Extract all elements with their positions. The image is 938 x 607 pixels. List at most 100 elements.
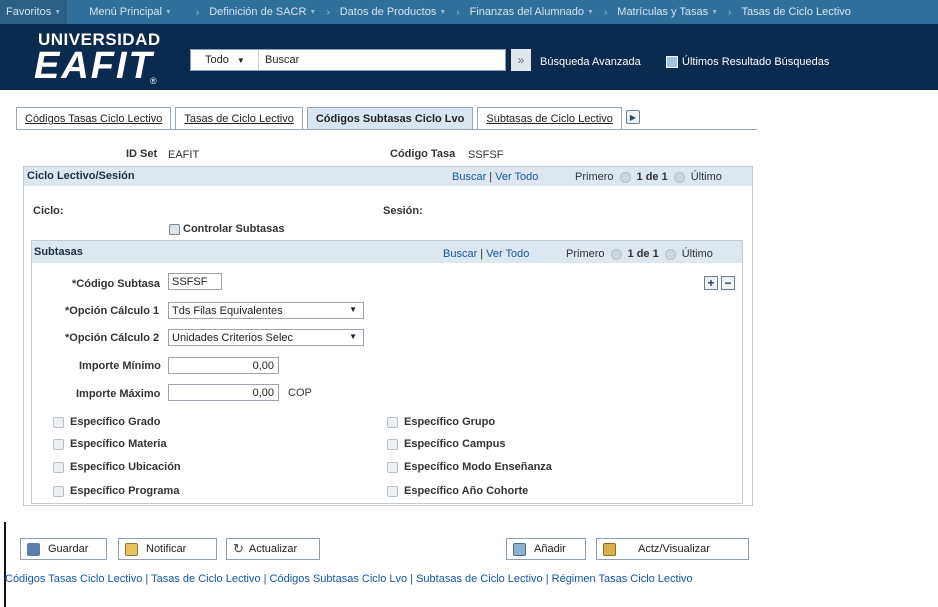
subtasas-buscar-link[interactable]: Buscar [443,248,477,260]
previous-arrow-icon[interactable] [619,171,631,183]
chevron-down-icon: ▼ [587,8,594,16]
search-box: Todo ▼ Buscar [190,49,506,71]
ciclo-buscar-link[interactable]: Buscar [452,171,486,183]
ciclo-ultimo-text: Último [690,171,722,183]
ciclo-lectivo-title: Ciclo Lectivo/Sesión [27,170,135,182]
subtasas-pager: Primero 1 de 1 Último [566,248,713,260]
save-icon [27,542,40,556]
ciclo-primero-text: Primero [575,171,614,183]
tab-subtasas-ciclo[interactable]: Subtasas de Ciclo Lectivo [477,107,622,130]
id-set-value: EAFIT [168,149,200,161]
opcion-calculo-2-label: *Opción Cálculo 2 [65,332,160,344]
tabs-divider [16,129,757,130]
especifico-materia-checkbox[interactable]: Específico Materia [53,438,167,450]
edit-view-icon [603,542,616,556]
checkbox-icon [53,438,64,450]
importe-minimo-label: Importe Mínimo [79,360,161,372]
especifico-modo-ensenanza-checkbox[interactable]: Específico Modo Enseñanza [387,461,552,473]
left-edge-line [4,522,6,607]
breadcrumb-separator-icon: › [728,6,732,18]
search-go-icon[interactable]: » [511,49,531,71]
next-arrow-icon[interactable] [673,171,685,183]
controlar-subtasas-checkbox[interactable]: Controlar Subtasas [169,223,284,235]
breadcrumb-separator-icon: › [326,6,330,18]
search-scope-select[interactable]: Todo ▼ [191,50,259,70]
bottom-page-links[interactable]: Códigos Tasas Ciclo Lectivo | Tasas de C… [5,573,693,585]
opcion-calculo-1-label: *Opción Cálculo 1 [65,305,160,317]
notificar-button[interactable]: Notificar [118,538,217,560]
especifico-ubicacion-checkbox[interactable]: Específico Ubicación [53,461,181,473]
checkbox-icon [169,223,180,235]
guardar-button[interactable]: Guardar [20,538,107,560]
nav-tasas-ciclo-lectivo[interactable]: Tasas de Ciclo Lectivo [737,6,854,18]
logo-eafit-text: EAFIT [34,45,154,87]
advanced-search-link[interactable]: Búsqueda Avanzada [540,56,641,68]
checkbox-icon [387,416,398,428]
opcion-calculo-2-select[interactable]: Unidades Criterios Selec ▼ [168,329,364,346]
breadcrumb-separator-icon: › [456,6,460,18]
next-arrow-icon[interactable] [664,248,676,260]
checkbox-icon [387,461,398,473]
nav-favoritos[interactable]: Favoritos ▼ [0,0,68,24]
breadcrumb-separator-icon: › [603,6,608,18]
notify-icon [125,542,138,556]
add-icon [513,542,526,556]
next-tab-arrow-icon[interactable]: ▶ [625,110,640,124]
chevron-down-icon: ▼ [236,55,245,65]
subtasas-ultimo-text: Último [681,248,713,260]
currency-code: COP [288,387,312,399]
chevron-down-icon: ▼ [54,8,62,16]
opcion-calculo-1-select[interactable]: Tds Filas Equivalentes ▼ [168,302,364,319]
last-results-link[interactable]: Últimos Resultado Búsquedas [666,56,829,68]
checkbox-icon [387,485,398,497]
importe-maximo-field[interactable]: 0,00 [168,384,279,401]
subtasas-ver-todo-link[interactable]: Ver Todo [486,248,529,260]
especifico-ano-cohorte-checkbox[interactable]: Específico Año Cohorte [387,485,528,497]
ciclo-ver-todo-link[interactable]: Ver Todo [495,171,538,183]
checkbox-icon [53,416,64,428]
anadir-button[interactable]: Añadir [506,538,586,560]
nav-definicion-sacr[interactable]: Definición de SACR ▼ [205,6,320,18]
codigo-subtasa-label: *Código Subtasa [72,278,161,290]
chevron-down-icon: ▼ [711,8,719,16]
codigo-tasa-label: Código Tasa [390,148,456,160]
ciclo-pager: Primero 1 de 1 Último [575,171,722,183]
codigo-tasa-value: SSFSF [468,149,504,161]
subtasas-primero-text: Primero [566,248,605,260]
header-banner: UNIVERSIDAD EAFIT ® Todo ▼ Buscar » Búsqu… [0,24,938,90]
nav-matriculas-tasas[interactable]: Matrículas y Tasas ▼ [613,6,722,18]
id-set-label: ID Set [126,148,158,160]
codigo-subtasa-field[interactable]: SSFSF [168,273,222,290]
especifico-grupo-checkbox[interactable]: Específico Grupo [387,416,495,428]
especifico-campus-checkbox[interactable]: Específico Campus [387,438,505,450]
actz-visualizar-button[interactable]: Actz/Visualizar [596,538,749,560]
actualizar-button[interactable]: ↻ Actualizar [226,538,320,560]
page-tabs: Códigos Tasas Ciclo Lectivo Tasas de Cic… [16,107,640,130]
checkbox-icon [53,461,64,473]
especifico-programa-checkbox[interactable]: Específico Programa [53,485,179,497]
tab-tasas-ciclo[interactable]: Tasas de Ciclo Lectivo [175,107,303,130]
breadcrumb-separator-icon: › [195,6,200,18]
especifico-grado-checkbox[interactable]: Específico Grado [53,416,160,428]
nav-menu-principal[interactable]: Menú Principal ▼ [85,6,176,18]
add-row-plus-icon[interactable]: + [704,276,718,290]
chevron-down-icon: ▼ [309,8,317,16]
tab-codigos-subtasas[interactable]: Códigos Subtasas Ciclo Lvo [306,107,474,130]
previous-arrow-icon[interactable] [610,248,622,260]
chevron-down-icon: ▼ [349,305,357,314]
search-input[interactable]: Buscar [259,54,299,66]
tab-codigos-tasas[interactable]: Códigos Tasas Ciclo Lectivo [16,107,172,130]
ciclo-label: Ciclo: [33,205,64,217]
logo-registered-mark: ® [150,76,157,86]
top-navigation-bar: Favoritos ▼ Menú Principal ▼ › Definición … [0,0,938,24]
subtasas-count: 1 de 1 [627,248,659,260]
nav-datos-productos[interactable]: Datos de Productos ▼ [336,6,451,18]
nav-finanzas-alumnado[interactable]: Finanzas del Alumnado ▼ [466,6,598,18]
sesion-label: Sesión: [383,205,423,217]
importe-minimo-field[interactable]: 0,00 [168,357,279,374]
refresh-icon: ↻ [233,541,244,556]
checkbox-icon [387,438,398,450]
importe-maximo-label: Importe Máximo [76,388,161,400]
chevron-down-icon: ▼ [349,332,357,341]
delete-row-minus-icon[interactable]: − [721,276,735,290]
